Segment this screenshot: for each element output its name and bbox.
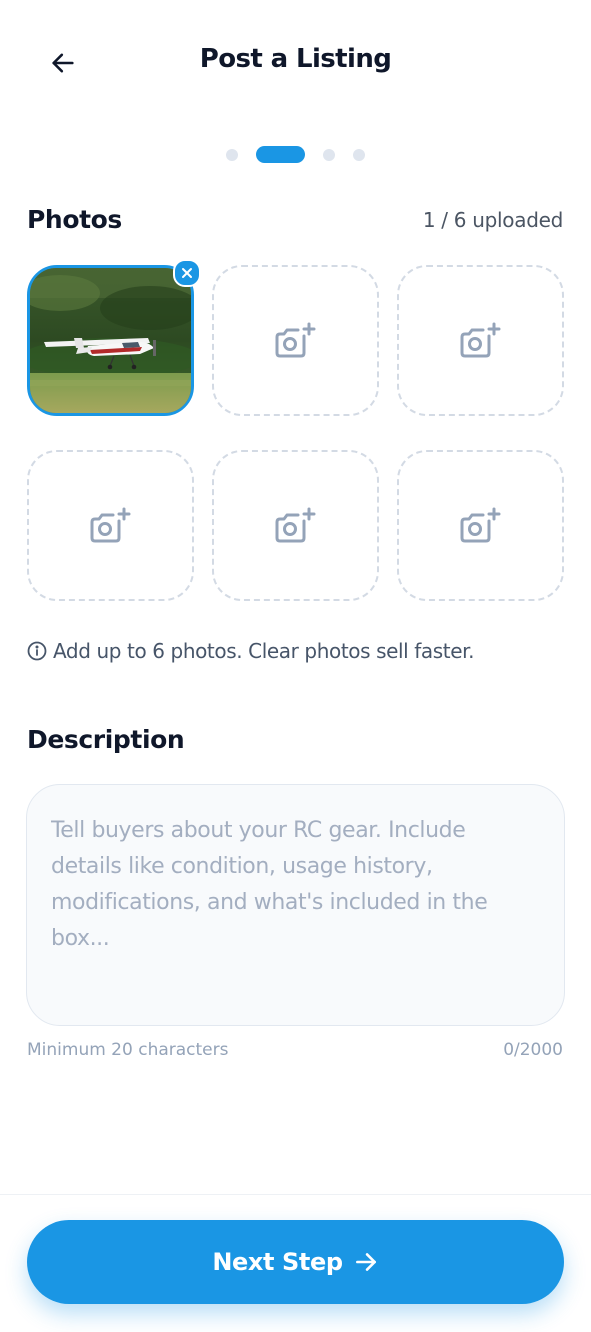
- photo-grid: [27, 259, 564, 601]
- photos-hint: Add up to 6 photos. Clear photos sell fa…: [27, 639, 474, 663]
- remove-photo-button[interactable]: [173, 259, 201, 287]
- description-min-hint: Minimum 20 characters: [27, 1040, 229, 1060]
- footer-divider: [0, 1194, 591, 1195]
- step-dot-2-active: [256, 146, 305, 163]
- arrow-right-icon: [355, 1253, 376, 1271]
- info-icon: [27, 641, 47, 661]
- upload-count: 1 / 6 uploaded: [422, 208, 563, 232]
- next-step-label: Next Step: [212, 1248, 343, 1276]
- description-input[interactable]: [51, 813, 540, 997]
- camera-plus-icon: [275, 322, 315, 357]
- photo-slot-4[interactable]: [27, 450, 194, 601]
- photos-hint-text: Add up to 6 photos. Clear photos sell fa…: [53, 639, 475, 663]
- camera-plus-icon: [460, 507, 500, 542]
- description-section-title: Description: [27, 725, 185, 754]
- step-dot-1: [226, 148, 238, 161]
- photo-slot-3[interactable]: [397, 265, 564, 416]
- step-dot-4: [353, 148, 365, 161]
- photos-section-title: Photos: [27, 205, 122, 234]
- camera-plus-icon: [275, 507, 315, 542]
- close-icon: [182, 268, 192, 278]
- photo-slot-6[interactable]: [397, 450, 564, 601]
- page-title: Post a Listing: [199, 44, 392, 74]
- step-indicator: [0, 146, 591, 163]
- camera-plus-icon: [90, 507, 130, 542]
- character-counter: 0/2000: [503, 1040, 563, 1060]
- uploaded-photo: [30, 268, 191, 413]
- photo-slot-5[interactable]: [212, 450, 379, 601]
- step-dot-3: [323, 148, 335, 161]
- post-listing-screen: Post a Listing Photos 1 / 6 uploaded Add…: [0, 0, 591, 1332]
- description-field[interactable]: [26, 784, 565, 1026]
- photo-slot-1[interactable]: [27, 259, 201, 416]
- camera-plus-icon: [460, 322, 500, 357]
- photo-slot-2[interactable]: [212, 265, 379, 416]
- next-step-button[interactable]: Next Step: [27, 1220, 564, 1304]
